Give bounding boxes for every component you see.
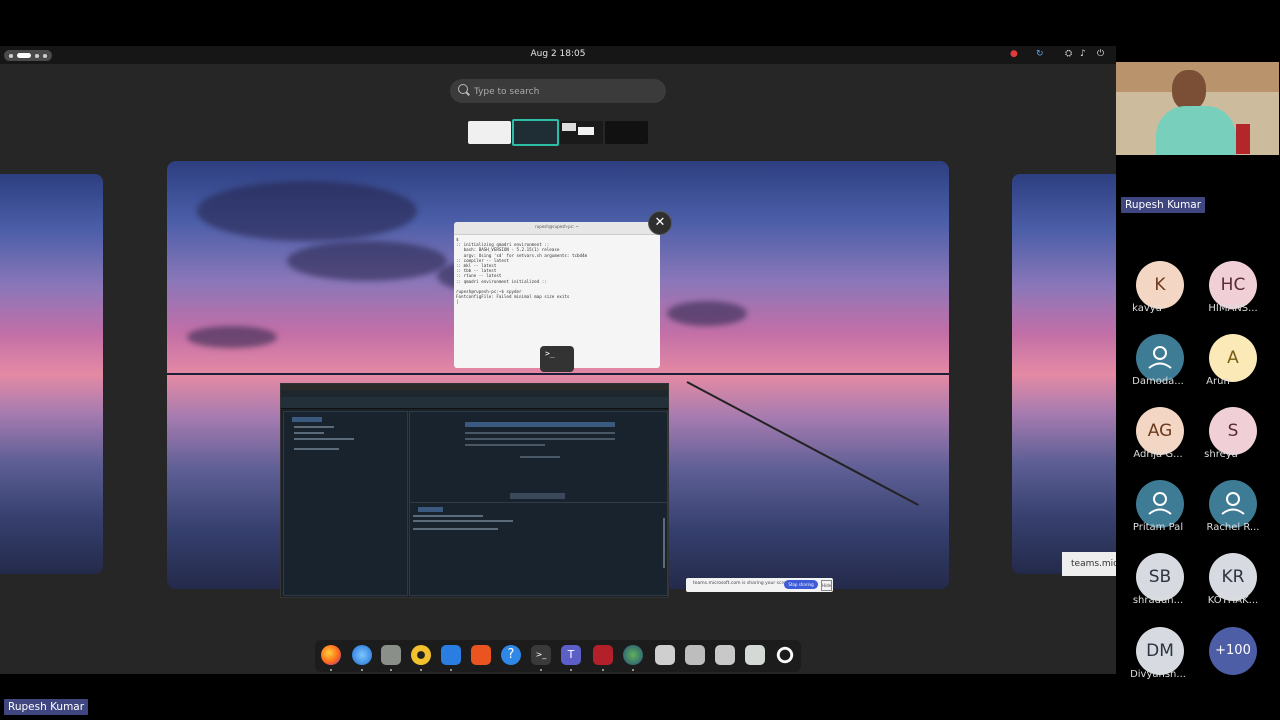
workspace-thumbnail-4[interactable] — [605, 121, 648, 144]
workspace-thumbnail-1[interactable] — [468, 121, 511, 144]
spyder-editor-pane[interactable] — [283, 411, 408, 596]
participant-avatar[interactable] — [1136, 480, 1184, 528]
presenter-name-tag: Rupesh Kumar — [4, 699, 89, 715]
top-bar: Aug 2 18:05 ● ↻ ⛭ ♪ ⏻ — [0, 46, 1116, 64]
participant-name: HIMANS... — [1208, 303, 1258, 314]
search-bar[interactable] — [450, 79, 666, 103]
terminal-title: rupesh@rupesh-pc: ~ — [535, 224, 579, 229]
screen-share-bar: teams.microsoft.com is sharing your scre… — [686, 578, 833, 592]
participant-avatar[interactable]: SB — [1136, 553, 1184, 601]
power-icon[interactable]: ⏻ — [1097, 49, 1104, 59]
participant-name: shreya — [1204, 449, 1238, 460]
terminal-output: $ :: initializing qmadri environment :: … — [456, 237, 588, 305]
participant-name: shraddh... — [1132, 595, 1184, 606]
files-icon[interactable] — [381, 645, 401, 671]
software-icon[interactable] — [471, 645, 491, 665]
workspace-thumbnail-3[interactable] — [560, 121, 603, 144]
participant-avatar[interactable]: A — [1209, 334, 1257, 382]
search-icon — [458, 84, 468, 94]
participant-avatar[interactable]: K — [1136, 261, 1184, 309]
teams-icon[interactable]: T — [561, 645, 581, 671]
spyder-console-pane[interactable] — [409, 502, 668, 596]
spyder-window[interactable] — [280, 383, 669, 598]
rhythmbox-icon[interactable] — [411, 645, 431, 671]
participant-avatar[interactable] — [1136, 334, 1184, 382]
recording-icon[interactable]: ● — [1010, 49, 1018, 59]
participant-avatar[interactable] — [1209, 480, 1257, 528]
writer-icon[interactable] — [441, 645, 461, 671]
dock: ? >_ T — [315, 640, 801, 672]
participant-avatar[interactable]: HC — [1209, 261, 1257, 309]
terminal-icon[interactable]: >_ — [531, 645, 551, 671]
person-icon — [1148, 346, 1172, 369]
document-icon[interactable] — [655, 645, 675, 665]
teams-tooltip: teams.micro — [1062, 552, 1116, 576]
participant-name: KOTHAK... — [1207, 595, 1259, 606]
thunderbird-icon[interactable] — [352, 645, 372, 671]
screen-share-text: teams.microsoft.com is sharing your scre… — [693, 581, 794, 586]
person-icon — [1221, 492, 1245, 515]
more-participants-button[interactable]: +100 — [1209, 627, 1257, 675]
hide-button[interactable]: Hide — [821, 580, 832, 591]
close-window-icon[interactable]: ✕ — [648, 211, 672, 235]
clock[interactable]: Aug 2 18:05 — [0, 49, 1116, 59]
terminal-app-icon: >_ — [540, 346, 574, 372]
participant-avatar[interactable]: S — [1209, 407, 1257, 455]
spyder-toolbar[interactable] — [281, 397, 668, 409]
refresh-icon[interactable]: ↻ — [1036, 49, 1044, 59]
participant-name: Rachel R... — [1206, 522, 1260, 533]
firefox-icon[interactable] — [321, 645, 341, 671]
show-apps-icon[interactable] — [775, 645, 795, 665]
removable-drive-icon[interactable] — [715, 645, 735, 665]
globe-icon[interactable] — [623, 645, 643, 671]
pdf-reader-icon[interactable] — [593, 645, 613, 671]
participant-avatar[interactable]: AG — [1136, 407, 1184, 455]
workspace-thumbnail-2[interactable] — [512, 119, 559, 146]
participant-avatar[interactable]: KR — [1209, 553, 1257, 601]
spyder-help-pane[interactable] — [409, 411, 668, 503]
participant-name: Pritam Pal — [1132, 522, 1184, 533]
search-input[interactable] — [472, 83, 656, 101]
person-icon — [1148, 492, 1172, 515]
participant-avatar[interactable]: DM — [1136, 627, 1184, 675]
trash-icon[interactable] — [745, 645, 765, 665]
participant-name: Divyansh... — [1130, 669, 1186, 680]
volume-icon[interactable]: ♪ — [1080, 49, 1086, 59]
disk-icon[interactable] — [685, 645, 705, 665]
shared-screen: Aug 2 18:05 ● ↻ ⛭ ♪ ⏻ rupesh@rupesh-pc: … — [0, 46, 1116, 674]
network-icon[interactable]: ⛭ — [1065, 49, 1072, 59]
participant-name: Arun — [1206, 376, 1230, 387]
participant-name: kavya — [1132, 303, 1162, 314]
right-window-preview[interactable] — [1012, 174, 1116, 574]
help-icon[interactable]: ? — [501, 645, 521, 665]
presenter-video-name: Rupesh Kumar — [1121, 197, 1206, 213]
stop-sharing-button[interactable]: Stop sharing — [784, 580, 818, 589]
left-window-preview[interactable] — [0, 174, 103, 574]
presenter-video — [1116, 62, 1279, 155]
